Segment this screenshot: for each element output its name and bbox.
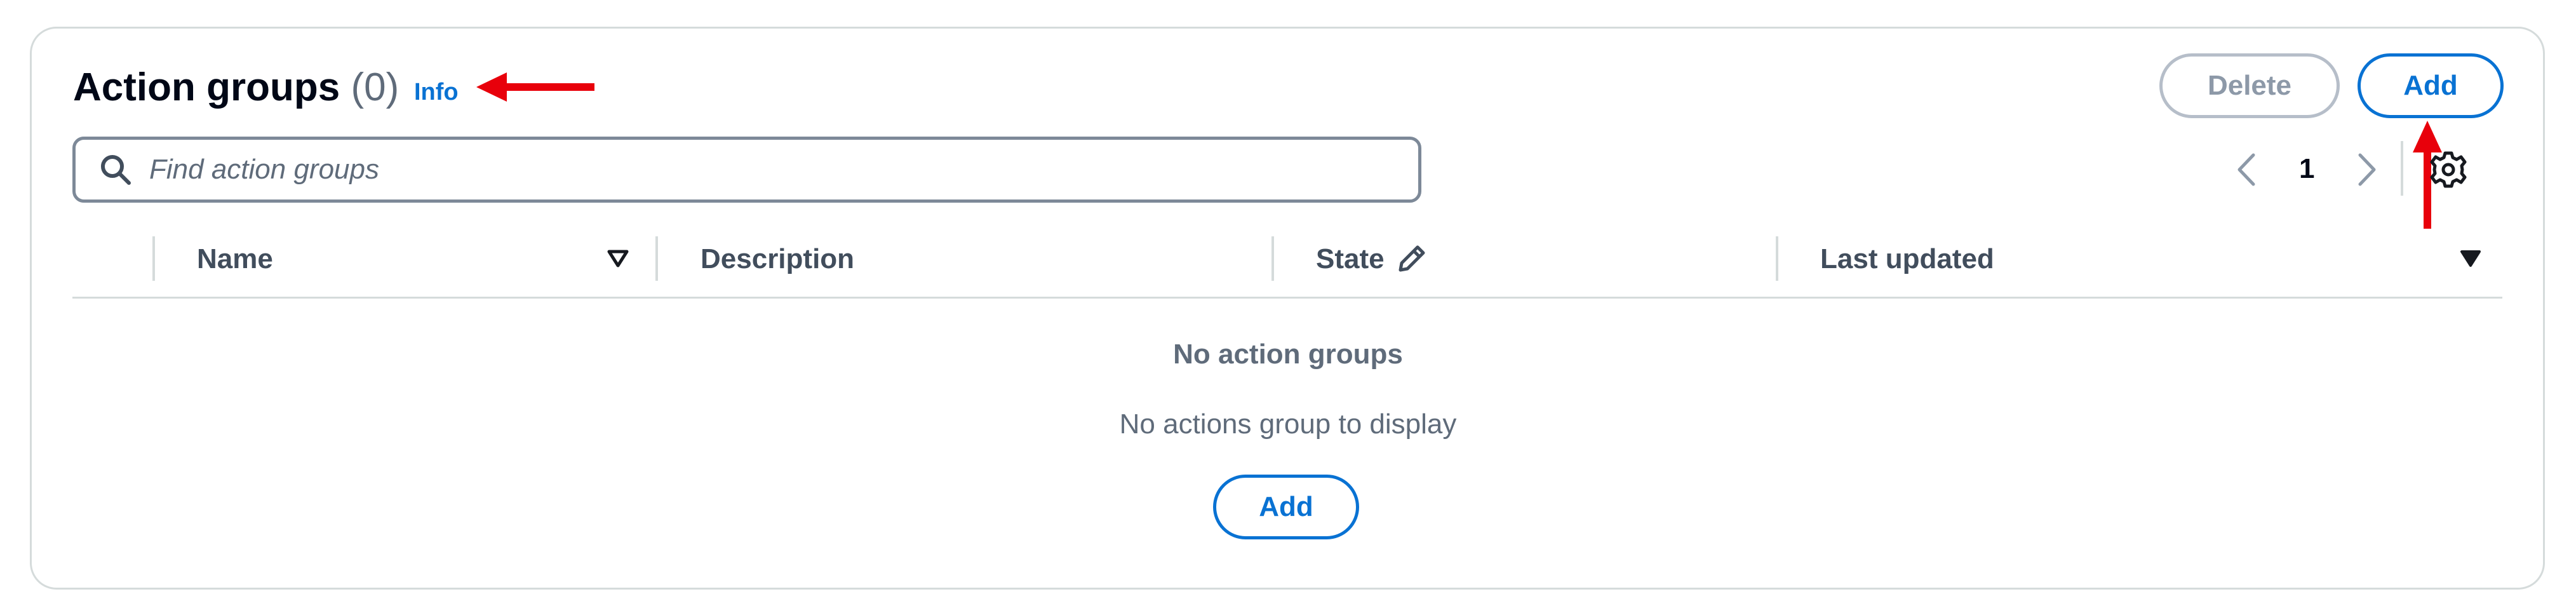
page-title: Action groups (0) xyxy=(73,62,399,113)
chevron-right-icon[interactable] xyxy=(2356,152,2378,187)
column-header-description[interactable]: Description xyxy=(701,241,854,277)
delete-button[interactable]: Delete xyxy=(2159,53,2340,118)
empty-state-title: No action groups xyxy=(1173,339,1403,370)
empty-state-description: No actions group to display xyxy=(1119,409,1457,440)
column-header-last-updated[interactable]: Last updated xyxy=(1820,241,1994,277)
column-header-state[interactable]: State xyxy=(1316,241,1385,277)
pencil-icon xyxy=(1399,245,1425,272)
current-page[interactable]: 1 xyxy=(2299,151,2314,187)
add-button[interactable]: Add xyxy=(2358,53,2504,118)
column-header-name[interactable]: Name xyxy=(197,241,273,277)
sort-down-icon[interactable] xyxy=(2459,249,2482,268)
annotation-arrow-left xyxy=(476,72,594,102)
column-divider[interactable] xyxy=(655,236,658,281)
pager-divider xyxy=(2401,141,2403,196)
info-link[interactable]: Info xyxy=(414,78,459,107)
search-input[interactable] xyxy=(148,153,1357,186)
item-count: (0) xyxy=(351,65,399,109)
gear-icon[interactable] xyxy=(2429,151,2467,189)
column-divider[interactable] xyxy=(1271,236,1274,281)
search-field[interactable] xyxy=(72,137,1421,203)
column-divider[interactable] xyxy=(1776,236,1778,281)
table-header-divider xyxy=(72,297,2502,299)
column-divider xyxy=(152,236,155,281)
title-text: Action groups xyxy=(73,65,340,109)
empty-state-add-button[interactable]: Add xyxy=(1213,475,1359,539)
search-icon xyxy=(101,155,131,185)
chevron-left-icon[interactable] xyxy=(2236,152,2257,187)
sort-down-icon[interactable] xyxy=(607,249,629,268)
